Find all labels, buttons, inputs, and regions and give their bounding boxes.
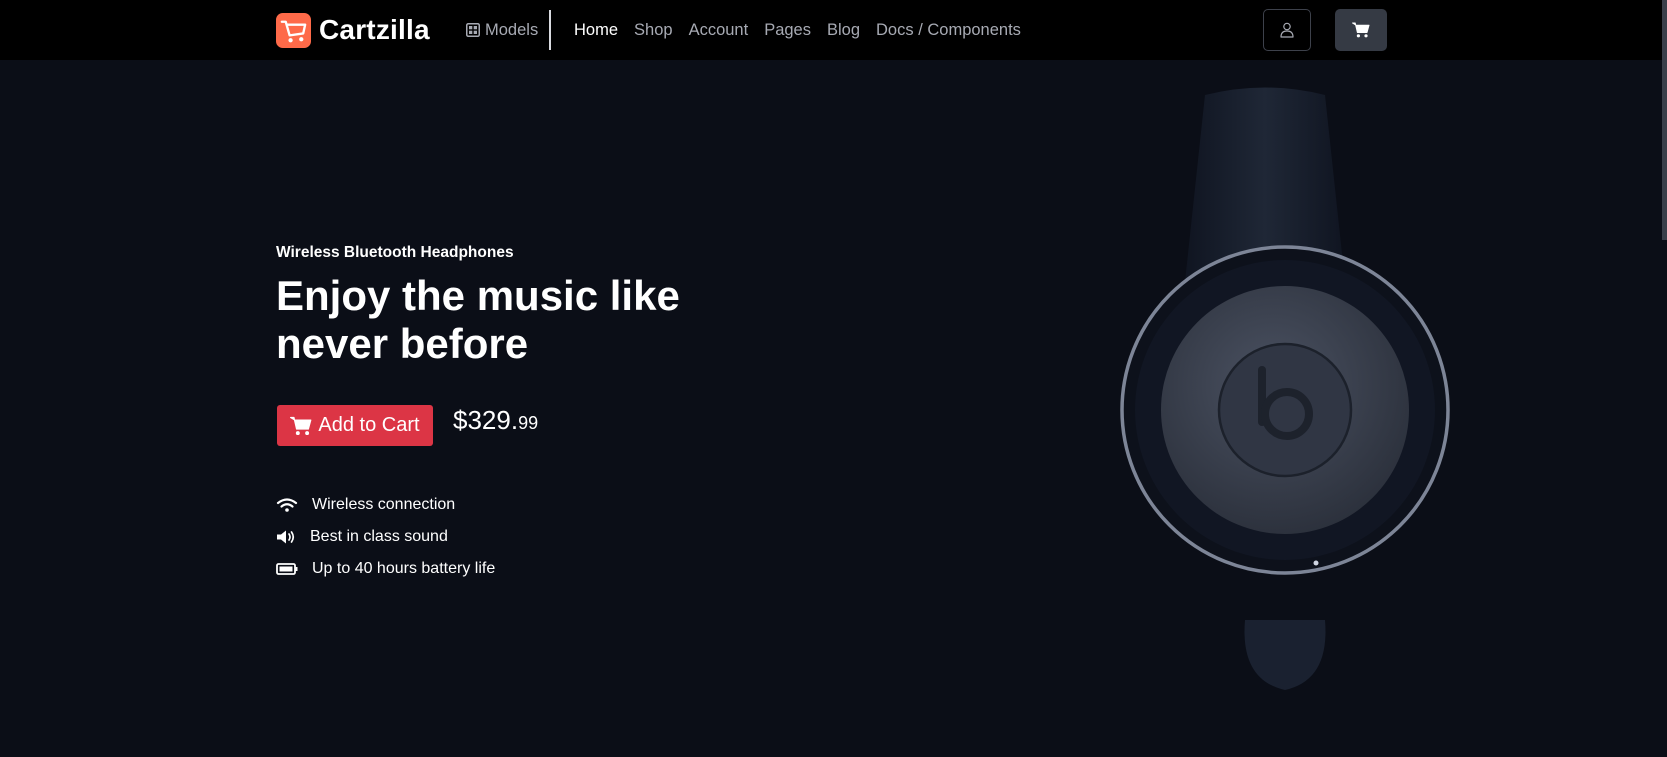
brand-logo-link[interactable]: Cartzilla — [276, 12, 430, 48]
scrollbar-thumb[interactable] — [1662, 0, 1667, 240]
nav-divider — [549, 10, 551, 50]
nav-link-blog[interactable]: Blog — [827, 21, 860, 40]
add-to-cart-button[interactable]: Add to Cart — [277, 405, 433, 446]
headphones-image — [1120, 87, 1450, 690]
brand-name: Cartzilla — [319, 14, 430, 45]
feature-item: Best in class sound — [276, 521, 495, 553]
hero-eyebrow: Wireless Bluetooth Headphones — [276, 244, 514, 261]
price-main: $329. — [453, 405, 519, 435]
cart-button[interactable] — [1335, 9, 1387, 51]
feature-item: Up to 40 hours battery life — [276, 553, 495, 585]
wifi-icon — [276, 498, 298, 512]
price-cents: 99 — [518, 413, 539, 433]
battery-icon — [276, 563, 298, 575]
nav-link-pages[interactable]: Pages — [764, 21, 811, 40]
account-button[interactable] — [1263, 9, 1311, 51]
volume-icon — [277, 530, 295, 544]
product-price: $329.99 — [453, 405, 538, 436]
cart-logo-icon — [276, 12, 311, 48]
cart-icon — [1352, 22, 1370, 38]
feature-label: Best in class sound — [310, 528, 448, 545]
nav-link-account[interactable]: Account — [689, 21, 749, 40]
nav-link-home[interactable]: Home — [574, 21, 618, 40]
user-icon — [1280, 22, 1294, 38]
main-nav: Home Shop Account Pages Blog Docs / Comp… — [574, 19, 1021, 41]
page-scrollbar[interactable] — [1662, 0, 1667, 757]
top-navbar: Cartzilla Models Home Shop Account Pages… — [0, 0, 1667, 60]
feature-label: Wireless connection — [312, 496, 456, 513]
feature-item: Wireless connection — [276, 489, 495, 521]
feature-list: Wireless connection Best in class sound … — [276, 489, 495, 585]
models-label: Models — [485, 20, 539, 39]
grid-icon — [466, 23, 480, 37]
nav-link-docs[interactable]: Docs / Components — [876, 21, 1021, 40]
hero-headline: Enjoy the music like never before — [276, 272, 680, 367]
add-to-cart-label: Add to Cart — [318, 414, 420, 436]
cart-icon — [290, 416, 312, 435]
feature-label: Up to 40 hours battery life — [312, 560, 496, 577]
models-menu[interactable]: Models — [466, 19, 538, 41]
nav-link-shop[interactable]: Shop — [634, 21, 673, 40]
